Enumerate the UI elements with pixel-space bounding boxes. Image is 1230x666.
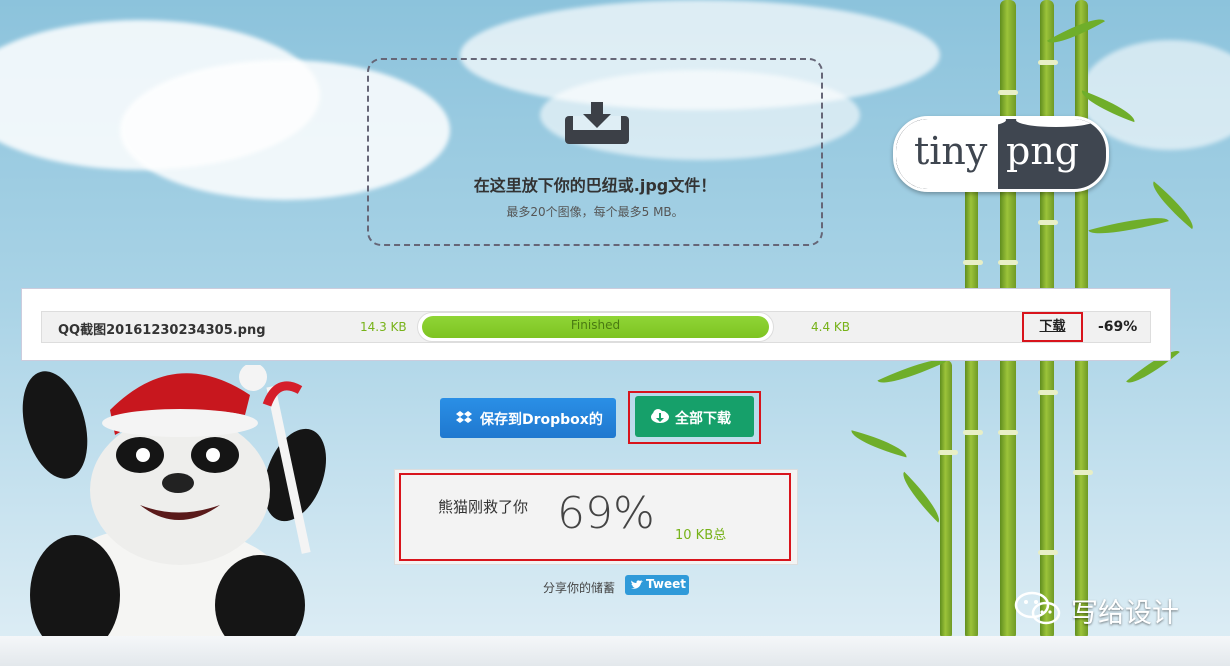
twitter-bird-icon [631,580,643,589]
logo-text-png: png [1006,129,1080,173]
file-name: QQ截图20161230234305.png [58,323,266,338]
savings-panel: 熊猫刚救了你 69% 10 KB总 [394,469,798,565]
drop-zone[interactable]: 在这里放下你的巴纽或.jpg文件！ 最多20个图像，每个最多5 MB。 [367,58,823,246]
download-all-label: 全部下载 [675,411,731,427]
tweet-button[interactable]: Tweet [625,575,689,595]
share-text: 分享你的储蓄 [543,581,616,595]
dropbox-icon [456,411,472,423]
wechat-watermark: 写给设计 [1014,590,1179,629]
savings-percent: 69% [557,488,655,539]
drop-zone-subtitle: 最多20个图像，每个最多5 MB。 [506,205,684,219]
download-link[interactable]: 下载 [1022,312,1083,342]
reduction-percent: -69% [1098,319,1138,335]
snow-ground [0,636,1230,666]
save-to-dropbox-button[interactable]: 保存到Dropbox的 [440,398,616,438]
cloud-download-icon [651,409,669,423]
original-size: 14.3 KB [360,320,407,334]
panda-mascot [22,365,327,655]
download-all-button[interactable]: 全部下载 [635,396,754,437]
results-panel: QQ截图20161230234305.png 14.3 KB Finished … [21,288,1171,361]
progress-status: Finished [570,318,621,332]
dropbox-button-label: 保存到Dropbox的 [480,412,603,428]
download-tray-icon [565,102,629,144]
savings-total: 10 KB总 [675,528,727,543]
progress-bar: Finished [417,312,774,342]
logo-text-tiny: tiny [914,129,988,173]
file-row: QQ截图20161230234305.png 14.3 KB Finished … [41,311,1151,343]
drop-zone-title: 在这里放下你的巴纽或.jpg文件！ [473,176,717,195]
tweet-label: Tweet [646,577,686,591]
tinypng-logo: tiny png [893,116,1109,192]
watermark-text: 写给设计 [1071,598,1179,629]
compressed-size: 4.4 KB [811,320,850,334]
wechat-icon [1014,591,1061,625]
savings-label: 熊猫刚救了你 [438,498,529,516]
